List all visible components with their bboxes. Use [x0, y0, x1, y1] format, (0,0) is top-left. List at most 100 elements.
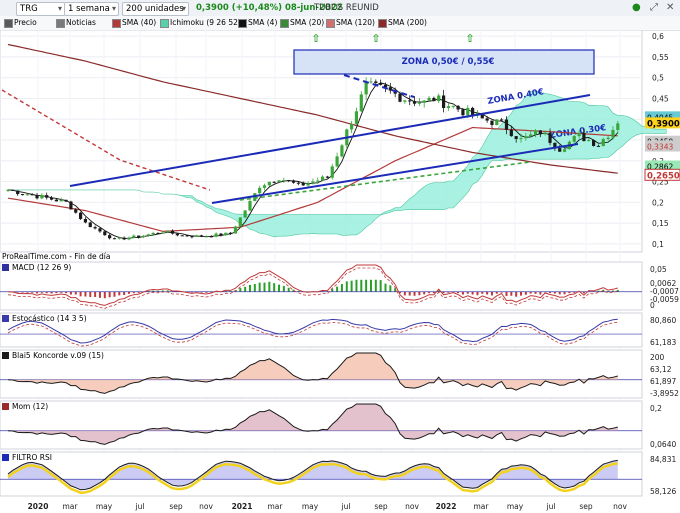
macd-histogram-bar [239, 288, 242, 292]
candle-body [258, 187, 262, 194]
candle-body [306, 183, 310, 186]
legend-item[interactable]: SMA (40) [112, 18, 156, 28]
candle-body [267, 181, 271, 186]
macd-histogram-bar [563, 291, 566, 295]
candle-body [117, 237, 121, 239]
y-tick-label: 0,45 [652, 94, 669, 103]
candle-body [272, 181, 276, 183]
candle-body [64, 199, 68, 202]
candle-body [451, 105, 455, 107]
candle-body [277, 180, 281, 183]
symbol-select[interactable]: TRG [16, 2, 65, 16]
candle-body [127, 237, 131, 240]
candle-body [577, 132, 581, 137]
macd-histogram-bar [287, 287, 290, 292]
x-tick-label: jul [341, 502, 351, 511]
period-select[interactable]: 1 semana [64, 2, 119, 16]
units-select[interactable]: 200 unidades [122, 2, 189, 16]
x-tick-label: may [96, 502, 113, 511]
legend-item[interactable]: Ichimoku (9 26 52) [160, 18, 241, 28]
y-tick-label: 0,6 [652, 32, 664, 41]
candle-body [16, 190, 20, 195]
candle-body [137, 235, 141, 238]
legend-label: Ichimoku (9 26 52) [170, 18, 241, 27]
candle-body [330, 166, 334, 178]
macd-histogram-bar [258, 282, 261, 292]
candle-body [40, 195, 44, 199]
price-label: 0,3900 [647, 119, 680, 129]
indicator-tick: 200 [650, 353, 665, 362]
candle-body [500, 119, 504, 121]
legend-label: Precio [14, 18, 37, 27]
x-tick-label: nov [199, 502, 213, 511]
candle-body [175, 233, 179, 236]
candle-body [88, 222, 92, 228]
macd-histogram-bar [394, 288, 397, 292]
candle-body [461, 109, 465, 116]
x-tick-label: sep [374, 502, 388, 511]
candle-body [422, 100, 426, 103]
x-tick-label: mar [474, 502, 490, 511]
candle-body [185, 235, 189, 237]
candle-body [374, 81, 378, 84]
indicator-tick: 61,897 [650, 377, 676, 386]
legend-item[interactable]: Noticias [56, 18, 96, 28]
candle-body [596, 145, 601, 147]
candle-body [78, 212, 83, 219]
legend-item[interactable]: SMA (20) [280, 18, 324, 28]
legend-label: SMA (120) [336, 18, 375, 27]
up-arrow-icon: ⇧ [465, 32, 474, 45]
candle-body [582, 132, 586, 142]
candle-body [282, 180, 286, 182]
candle-body [533, 130, 538, 135]
candle-body [359, 94, 363, 112]
legend-item[interactable]: SMA (4) [238, 18, 277, 28]
expand-icon[interactable]: ⤢ [650, 2, 658, 14]
close-icon[interactable]: ✕ [666, 2, 674, 14]
macd-histogram-bar [510, 291, 513, 296]
macd-histogram-bar [360, 279, 363, 292]
candle-body [548, 132, 552, 143]
candle-body [45, 195, 49, 198]
candle-body [572, 136, 576, 142]
candle-body [446, 106, 451, 109]
watermark-text: ProRealTime.com - Fin de día [2, 252, 111, 261]
macd-histogram-bar [108, 291, 111, 298]
price-label: 0,2650 [647, 171, 680, 181]
macd-histogram-bar [384, 283, 387, 292]
candle-body [49, 197, 54, 200]
candle-body [316, 180, 320, 182]
y-tick-label: 0,15 [652, 219, 669, 228]
x-tick-label: mar [63, 502, 79, 511]
legend-item[interactable]: SMA (120) [326, 18, 375, 28]
macd-histogram-bar [340, 284, 343, 292]
legend-item[interactable]: Precio [4, 18, 37, 28]
candle-body [141, 235, 146, 238]
x-tick-label: sep [579, 502, 593, 511]
macd-histogram-bar [74, 291, 77, 295]
macd-histogram-bar [248, 284, 251, 292]
indicator-tick: 58,126 [650, 487, 676, 496]
candle-body [74, 209, 78, 213]
candle-body [156, 232, 160, 234]
macd-histogram-bar [524, 291, 527, 295]
macd-histogram-bar [520, 291, 523, 296]
candle-body [524, 136, 528, 139]
zone1-label: ZONA 0,50€ / 0,55€ [402, 57, 495, 67]
quote-up-icon[interactable]: ● [632, 2, 641, 14]
macd-histogram-bar [418, 291, 421, 296]
macd-histogram-bar [244, 286, 247, 292]
indicator-title: MACD (12 26 9) [12, 263, 71, 272]
candle-body [335, 156, 339, 167]
candle-body [161, 232, 165, 234]
candle-body [195, 235, 199, 237]
macd-histogram-bar [350, 280, 353, 292]
legend-item[interactable]: SMA (200) [378, 18, 427, 28]
candle-body [611, 129, 615, 138]
candle-body [229, 232, 233, 234]
x-tick-label: nov [405, 502, 419, 511]
macd-histogram-bar [263, 282, 266, 292]
x-tick-label: 2022 [436, 502, 457, 511]
candle-body [224, 232, 228, 236]
legend-label: SMA (20) [290, 18, 325, 27]
